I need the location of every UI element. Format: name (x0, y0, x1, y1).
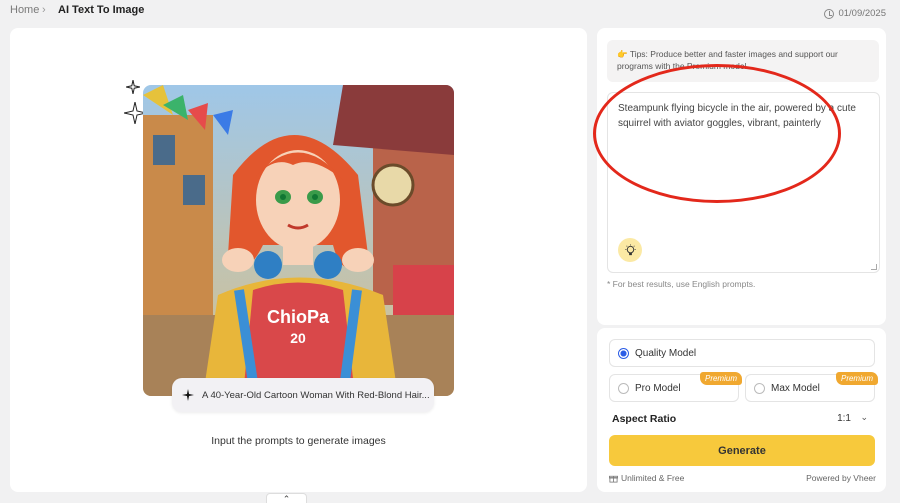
max-model-option[interactable]: Max Model Premium (745, 372, 878, 402)
cartoon-woman-illustration: ChioPa 20 (143, 85, 454, 396)
preview-panel: ChioPa 20 A 40-Year-Old Cartoon Woman Wi… (10, 28, 587, 492)
powered-by-text: Powered by Vheer (806, 473, 876, 483)
prompt-input[interactable]: Steampunk flying bicycle in the air, pow… (607, 92, 880, 273)
prompt-text[interactable]: Steampunk flying bicycle in the air, pow… (618, 101, 870, 131)
max-model-label: Max Model (771, 382, 820, 394)
pro-model-radio[interactable] (618, 382, 629, 394)
pro-model-label: Pro Model (635, 382, 681, 394)
quality-model-label: Quality Model (635, 347, 697, 359)
chevron-down-icon[interactable]: ⌄ (860, 412, 868, 423)
english-prompt-note: * For best results, use English prompts. (607, 279, 756, 289)
quality-model-option[interactable]: Quality Model (609, 339, 875, 367)
premium-badge: Premium (835, 372, 878, 385)
prompt-chip-text: A 40-Year-Old Cartoon Woman With Red-Blo… (202, 389, 430, 401)
preview-caption: Input the prompts to generate images (211, 435, 386, 447)
quality-model-radio[interactable] (618, 347, 629, 359)
lightbulb-icon (624, 243, 636, 255)
date-text: 01/09/2025 (838, 8, 886, 19)
aspect-ratio-select[interactable]: 1:1 (837, 413, 851, 424)
breadcrumb-separator-icon: › (42, 4, 46, 16)
generated-image[interactable]: ChioPa 20 (143, 85, 454, 396)
tips-banner: 👉 Tips: Produce better and faster images… (607, 40, 879, 82)
breadcrumb-home[interactable]: Home (10, 4, 39, 16)
unlimited-info: Unlimited & Free (609, 473, 684, 483)
unlimited-text: Unlimited & Free (621, 473, 685, 483)
shirt-text: ChioPa (267, 307, 330, 327)
settings-panel: Quality Model Pro Model Premium Max Mode… (597, 328, 886, 492)
prompt-idea-button[interactable] (618, 238, 642, 262)
pointing-hand-icon: 👉 (617, 49, 628, 59)
pro-model-option[interactable]: Pro Model Premium (609, 372, 742, 402)
shirt-number: 20 (290, 330, 306, 346)
resize-handle-icon[interactable] (871, 264, 877, 270)
date-display: 01/09/2025 (824, 8, 886, 19)
aspect-ratio-label: Aspect Ratio (612, 413, 677, 425)
generate-button[interactable]: Generate (609, 435, 875, 466)
prompt-chip[interactable]: A 40-Year-Old Cartoon Woman With Red-Blo… (172, 378, 434, 412)
expand-tab[interactable]: ⌃ (266, 493, 307, 503)
clock-icon (824, 8, 835, 19)
premium-badge: Premium (699, 372, 742, 385)
tips-text: Tips: Produce better and faster images a… (617, 49, 838, 71)
gift-icon (609, 475, 618, 483)
prompt-panel: 👉 Tips: Produce better and faster images… (597, 28, 886, 325)
max-model-radio[interactable] (754, 382, 765, 394)
sparkle-icon (126, 80, 140, 94)
page-title: AI Text To Image (58, 4, 145, 16)
top-bar: Home › AI Text To Image 01/09/2025 (0, 0, 900, 24)
sparkle-icon (182, 389, 194, 401)
